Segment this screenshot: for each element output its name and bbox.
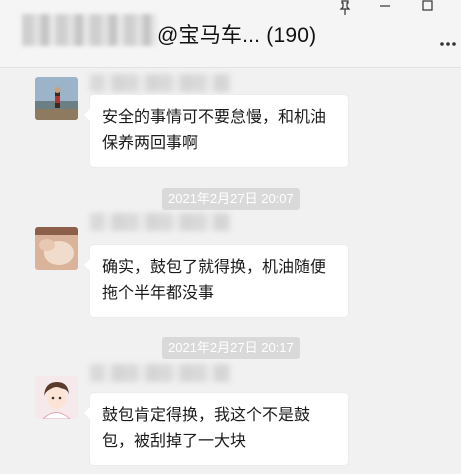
title-bar: @宝马车... (190): [0, 0, 461, 68]
chat-window: @宝马车... (190) 安全的事情可不要怠慢，和机油保养两回事啊 2021年…: [0, 0, 461, 474]
message-text: 确实，鼓包了就得换，机油随便拖个半年都没事: [102, 259, 327, 302]
minimize-icon[interactable]: [372, 0, 398, 16]
blurred-group-name: [22, 14, 157, 46]
maximize-icon[interactable]: [414, 0, 440, 16]
avatar[interactable]: [35, 227, 78, 270]
message-bubble[interactable]: 确实，鼓包了就得换，机油随便拖个半年都没事: [84, 245, 348, 317]
message-timestamp: 2021年2月27日 20:07: [162, 188, 300, 210]
message-bubble[interactable]: 鼓包肯定得换，我这个不是鼓包，被刮掉了一大块: [84, 393, 348, 465]
more-icon[interactable]: [438, 34, 458, 54]
sender-name-blurred: [90, 74, 230, 92]
avatar[interactable]: [35, 376, 78, 419]
message-bubble[interactable]: 安全的事情可不要怠慢，和机油保养两回事啊: [84, 95, 348, 167]
pin-icon[interactable]: [332, 0, 358, 16]
avatar[interactable]: [35, 77, 78, 120]
sender-name-blurred: [90, 213, 230, 231]
message-list[interactable]: 安全的事情可不要怠慢，和机油保养两回事啊 2021年2月27日 20:07 确实…: [0, 68, 461, 474]
sender-name-blurred: [90, 364, 230, 382]
message-text: 安全的事情可不要怠慢，和机油保养两回事啊: [102, 109, 327, 152]
message-timestamp: 2021年2月27日 20:17: [162, 337, 300, 359]
message-text: 鼓包肯定得换，我这个不是鼓包，被刮掉了一大块: [102, 407, 311, 450]
chat-title[interactable]: @宝马车... (190): [157, 19, 316, 49]
